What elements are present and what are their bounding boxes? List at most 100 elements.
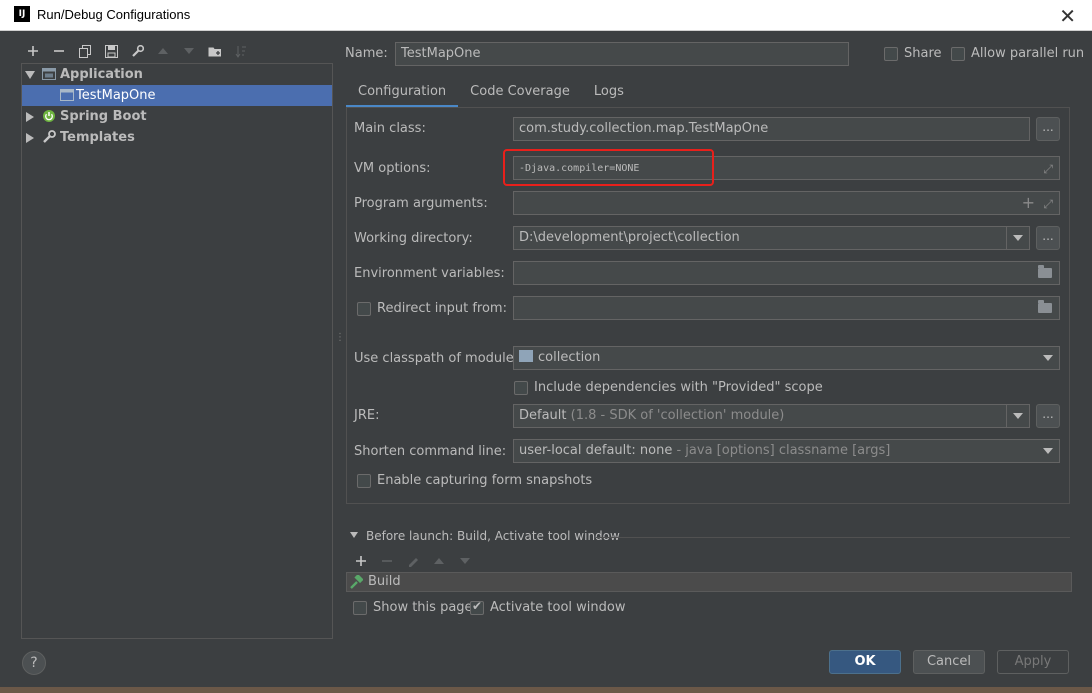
before-launch-divider	[596, 537, 1070, 538]
tree-item-application[interactable]: Application	[22, 64, 332, 85]
chevron-down-icon[interactable]	[1013, 235, 1023, 241]
include-deps-checkbox-box[interactable]	[514, 380, 528, 395]
tab-logs[interactable]: Logs	[582, 78, 636, 108]
dropdown-separator	[1006, 227, 1007, 249]
add-task-icon[interactable]	[348, 550, 374, 572]
config-tree: Application TestMapOne Spring Boot Templ…	[21, 63, 333, 639]
chevron-down-icon[interactable]	[1013, 413, 1023, 419]
before-launch-list: Build	[346, 572, 1072, 592]
main-class-label: Main class:	[354, 121, 426, 136]
activate-tool-window-checkbox[interactable]: Activate tool window	[470, 599, 626, 615]
tab-configuration[interactable]: Configuration	[346, 78, 459, 108]
wrench-icon	[42, 130, 56, 144]
tree-item-label: Templates	[60, 130, 135, 145]
chevron-down-icon[interactable]	[1043, 448, 1053, 454]
tree-item-label: Spring Boot	[60, 109, 147, 124]
browse-jre-button[interactable]: ...	[1036, 404, 1060, 428]
move-down-icon[interactable]	[176, 40, 202, 62]
program-arguments-input[interactable]: + ⤢	[513, 191, 1060, 215]
cancel-button[interactable]: Cancel	[913, 650, 985, 674]
save-icon[interactable]	[98, 40, 124, 62]
folder-icon[interactable]	[1038, 300, 1052, 313]
jre-value: Default	[519, 408, 567, 423]
move-down-icon[interactable]	[452, 550, 478, 572]
working-directory-value: D:\development\project\collection	[519, 230, 740, 245]
browse-working-directory-button[interactable]: ...	[1036, 226, 1060, 250]
expand-arrow-icon[interactable]	[25, 71, 35, 79]
working-directory-label: Working directory:	[354, 231, 473, 246]
allow-parallel-checkbox[interactable]: Allow parallel run	[951, 46, 1084, 61]
application-icon	[42, 67, 56, 81]
jre-select[interactable]: Default (1.8 - SDK of 'collection' modul…	[513, 404, 1030, 428]
expand-icon[interactable]: ⤢	[1043, 197, 1053, 212]
shorten-command-line-select[interactable]: user-local default: none - java [options…	[513, 439, 1060, 463]
spring-boot-icon	[42, 109, 56, 123]
show-this-page-checkbox[interactable]: Show this page	[353, 600, 473, 615]
main-class-input[interactable]: com.study.collection.map.TestMapOne	[513, 117, 1030, 141]
background-edge	[0, 687, 1092, 693]
activate-checkbox-box[interactable]	[470, 599, 484, 615]
browse-main-class-button[interactable]: ...	[1036, 117, 1060, 141]
dropdown-separator	[1006, 405, 1007, 427]
wrench-icon[interactable]	[124, 40, 150, 62]
add-icon[interactable]	[20, 40, 46, 62]
new-folder-icon[interactable]	[202, 40, 228, 62]
highlight-annotation	[503, 149, 714, 186]
include-deps-label: Include dependencies with "Provided" sco…	[534, 380, 823, 395]
activate-label: Activate tool window	[490, 600, 626, 615]
working-directory-input[interactable]: D:\development\project\collection	[513, 226, 1030, 250]
expand-icon[interactable]: ⤢	[1043, 162, 1053, 177]
share-label: Share	[904, 46, 942, 61]
help-button[interactable]: ?	[22, 651, 46, 675]
redirect-input-checkbox[interactable]: Redirect input from:	[357, 301, 507, 316]
name-input[interactable]: TestMapOne	[395, 42, 849, 66]
share-checkbox-box[interactable]	[884, 46, 898, 61]
tree-item-templates[interactable]: Templates	[22, 127, 332, 148]
collapse-arrow-icon[interactable]	[26, 112, 34, 122]
copy-icon[interactable]	[72, 40, 98, 62]
program-arguments-label: Program arguments:	[354, 196, 488, 211]
form-snapshots-checkbox[interactable]: Enable capturing form snapshots	[357, 473, 592, 488]
share-checkbox[interactable]: Share	[884, 46, 942, 61]
tab-code-coverage[interactable]: Code Coverage	[458, 78, 582, 108]
collapse-arrow-icon[interactable]	[26, 133, 34, 143]
jre-detail: (1.8 - SDK of 'collection' module)	[570, 408, 785, 423]
include-dependencies-checkbox[interactable]: Include dependencies with "Provided" sco…	[514, 380, 823, 395]
tree-item-testmapone[interactable]: TestMapOne	[22, 85, 332, 106]
show-page-label: Show this page	[373, 600, 473, 615]
before-launch-collapse-icon[interactable]	[350, 532, 358, 538]
sort-icon[interactable]	[228, 40, 254, 62]
run-debug-dialog: IJ Run/Debug Configurations ✕ Applicatio…	[0, 0, 1092, 693]
application-icon	[60, 88, 74, 102]
classpath-module-select[interactable]: collection	[513, 346, 1060, 370]
environment-variables-input[interactable]	[513, 261, 1060, 285]
environment-variables-label: Environment variables:	[354, 266, 505, 281]
window-title: Run/Debug Configurations	[37, 7, 191, 22]
remove-icon[interactable]	[46, 40, 72, 62]
shorten-detail: - java [options] classname [args]	[676, 443, 891, 458]
splitter-handle[interactable]: ⋮	[335, 332, 345, 346]
insert-macro-icon[interactable]: +	[1022, 193, 1035, 212]
parallel-checkbox-box[interactable]	[951, 46, 965, 61]
parallel-label: Allow parallel run	[971, 46, 1085, 61]
classpath-module-label: Use classpath of module:	[354, 351, 519, 366]
chevron-down-icon[interactable]	[1043, 355, 1053, 361]
snapshots-checkbox-box[interactable]	[357, 473, 371, 488]
show-page-checkbox-box[interactable]	[353, 600, 367, 615]
tree-item-spring-boot[interactable]: Spring Boot	[22, 106, 332, 127]
redirect-input-field[interactable]	[513, 296, 1060, 320]
move-up-icon[interactable]	[150, 40, 176, 62]
close-icon[interactable]: ✕	[1059, 4, 1076, 28]
apply-button[interactable]: Apply	[997, 650, 1069, 674]
remove-task-icon[interactable]	[374, 550, 400, 572]
title-bar: IJ Run/Debug Configurations ✕	[0, 0, 1092, 31]
build-task-label[interactable]: Build	[368, 574, 401, 589]
move-up-icon[interactable]	[426, 550, 452, 572]
edit-task-icon[interactable]	[400, 550, 426, 572]
ok-button[interactable]: OK	[829, 650, 901, 674]
folder-icon[interactable]	[1038, 265, 1052, 278]
intellij-app-icon: IJ	[14, 6, 30, 22]
before-launch-title: Before launch: Build, Activate tool wind…	[366, 529, 620, 543]
jre-label: JRE:	[354, 408, 380, 423]
redirect-checkbox-box[interactable]	[357, 301, 371, 316]
